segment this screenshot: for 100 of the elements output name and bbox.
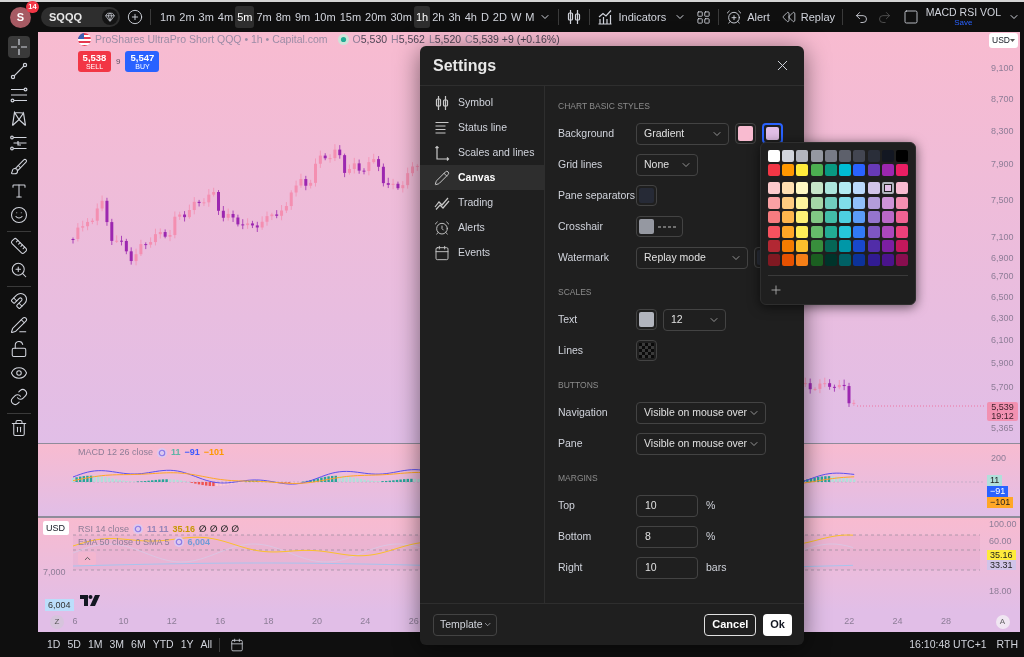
section-heading: CHART BASIC STYLES: [558, 100, 650, 113]
bar-chart-icon: [597, 9, 614, 25]
nav-item[interactable]: Symbol: [420, 90, 544, 115]
interval-button[interactable]: 5m: [235, 6, 255, 28]
ruler-icon: [10, 237, 28, 255]
cancel-button[interactable]: Cancel: [704, 613, 757, 636]
time-label: 22: [843, 614, 856, 628]
price-scale-label: 5,700: [991, 382, 1014, 392]
indicator-title: MACD 12 26 close: [78, 447, 154, 458]
interval-button[interactable]: 2m: [177, 6, 197, 28]
spread-value: 9: [116, 55, 121, 68]
nav-item[interactable]: Status line: [420, 115, 544, 140]
indicators-button[interactable]: Indicators: [597, 8, 667, 26]
square-icon[interactable]: [902, 9, 919, 25]
range-button[interactable]: 1D: [46, 636, 62, 653]
layouts-button[interactable]: [696, 9, 712, 25]
time-label: 26: [407, 614, 420, 628]
price-scale-label: 7,000: [43, 567, 66, 577]
ohlc-label: C: [465, 33, 473, 46]
range-button[interactable]: 6M: [130, 636, 147, 653]
scale-mode-button[interactable]: A: [995, 614, 1010, 629]
tool-button[interactable]: [8, 386, 30, 408]
indicator-value: −91: [184, 447, 200, 458]
ohlc-value: 5,530: [360, 33, 388, 46]
range-button[interactable]: 5D: [66, 636, 82, 653]
save-link[interactable]: Save: [954, 18, 973, 27]
price-scale-label: 9,100: [991, 63, 1014, 73]
alert-button[interactable]: Alert: [726, 8, 770, 26]
replay-button[interactable]: Replay: [781, 8, 836, 26]
ok-button[interactable]: Ok: [763, 613, 792, 636]
interval-button[interactable]: 8m: [273, 6, 293, 28]
tool-button[interactable]: [8, 60, 30, 82]
interval-button[interactable]: 3m: [196, 6, 216, 28]
interval-button[interactable]: 2D: [490, 6, 509, 28]
tool-button[interactable]: [8, 36, 30, 58]
grid-icon: [696, 9, 712, 25]
price-scale-label: 6,100: [991, 335, 1014, 345]
time-label: 24: [891, 614, 904, 628]
trend-line-icon: [10, 62, 28, 80]
clock-text[interactable]: 16:10:48 UTC+1: [909, 636, 987, 653]
tool-button[interactable]: [8, 204, 30, 226]
range-button[interactable]: 1M: [86, 636, 104, 653]
interval-button[interactable]: 20m: [363, 6, 389, 28]
smiley-icon: [10, 206, 28, 224]
interval-button[interactable]: 2h: [430, 6, 447, 28]
range-button[interactable]: YTD: [151, 636, 175, 653]
ohlc-value: 5,539 +9 (+0.16%): [472, 33, 560, 46]
pencil-icon: [10, 316, 28, 334]
undo-button[interactable]: [854, 9, 870, 25]
line-tools-icon: [10, 134, 28, 152]
horizontal-lines-icon: [10, 86, 28, 104]
price-scale-label: 60.00: [989, 536, 1012, 546]
go-to-date-button[interactable]: [230, 637, 245, 652]
unit-label: %: [706, 497, 716, 513]
interval-button[interactable]: 7m: [254, 6, 274, 28]
layout-name[interactable]: MACD RSI VOL: [925, 7, 1001, 18]
text-icon: [10, 182, 28, 200]
template-dropdown[interactable]: Template: [433, 613, 497, 636]
chart-type-button[interactable]: [566, 9, 583, 25]
interval-button[interactable]: 3h: [446, 6, 463, 28]
interval-button[interactable]: 9m: [292, 6, 313, 28]
interval-button[interactable]: D: [478, 6, 491, 28]
session-text[interactable]: RTH: [996, 636, 1018, 653]
currency-dropdown[interactable]: USD: [989, 33, 1018, 48]
symbol-search-field[interactable]: SQQQ: [41, 7, 120, 27]
range-button[interactable]: All: [199, 636, 214, 653]
interval-button[interactable]: W: [508, 6, 524, 28]
tool-button[interactable]: [8, 290, 30, 312]
range-button[interactable]: 3M: [108, 636, 126, 653]
tool-button[interactable]: [8, 84, 30, 106]
value-label: 35.16: [987, 550, 1016, 560]
value-label: 11: [987, 475, 1003, 486]
interval-button[interactable]: 15m: [337, 6, 364, 28]
link-icon: [10, 388, 28, 406]
countdown-text: 19:12: [991, 411, 1014, 421]
dropdown[interactable]: Visible on mouse over: [636, 432, 766, 455]
dialog-title: Settings: [433, 55, 497, 76]
interval-button[interactable]: 1m: [158, 6, 178, 28]
scale-mode-button[interactable]: Z: [50, 614, 64, 629]
interval-button[interactable]: 4m: [215, 6, 236, 28]
caret-icon: [1010, 39, 1015, 42]
zoom-in-icon: [10, 261, 28, 279]
input-field[interactable]: 10: [636, 494, 698, 517]
add-button[interactable]: [127, 9, 143, 25]
indicator-value: −101: [203, 447, 225, 458]
price-scale-label: 200: [991, 453, 1007, 463]
tool-button[interactable]: [8, 314, 30, 336]
value-label: −101: [987, 497, 1014, 508]
interval-button[interactable]: 30m: [388, 6, 414, 28]
interval-button[interactable]: 4h: [462, 6, 479, 28]
price-scale-label: 6,900: [991, 253, 1014, 263]
text-lines-icon: [434, 119, 450, 136]
tool-button[interactable]: [8, 235, 30, 257]
range-button[interactable]: 1Y: [179, 636, 195, 653]
price-scale-label: 100.00: [989, 519, 1017, 529]
interval-button[interactable]: 1h: [413, 6, 431, 28]
brush-icon: [10, 158, 28, 176]
price-scale-label: 7,500: [991, 195, 1014, 205]
interval-button[interactable]: 10m: [312, 6, 338, 28]
interval-button[interactable]: M: [523, 6, 537, 28]
